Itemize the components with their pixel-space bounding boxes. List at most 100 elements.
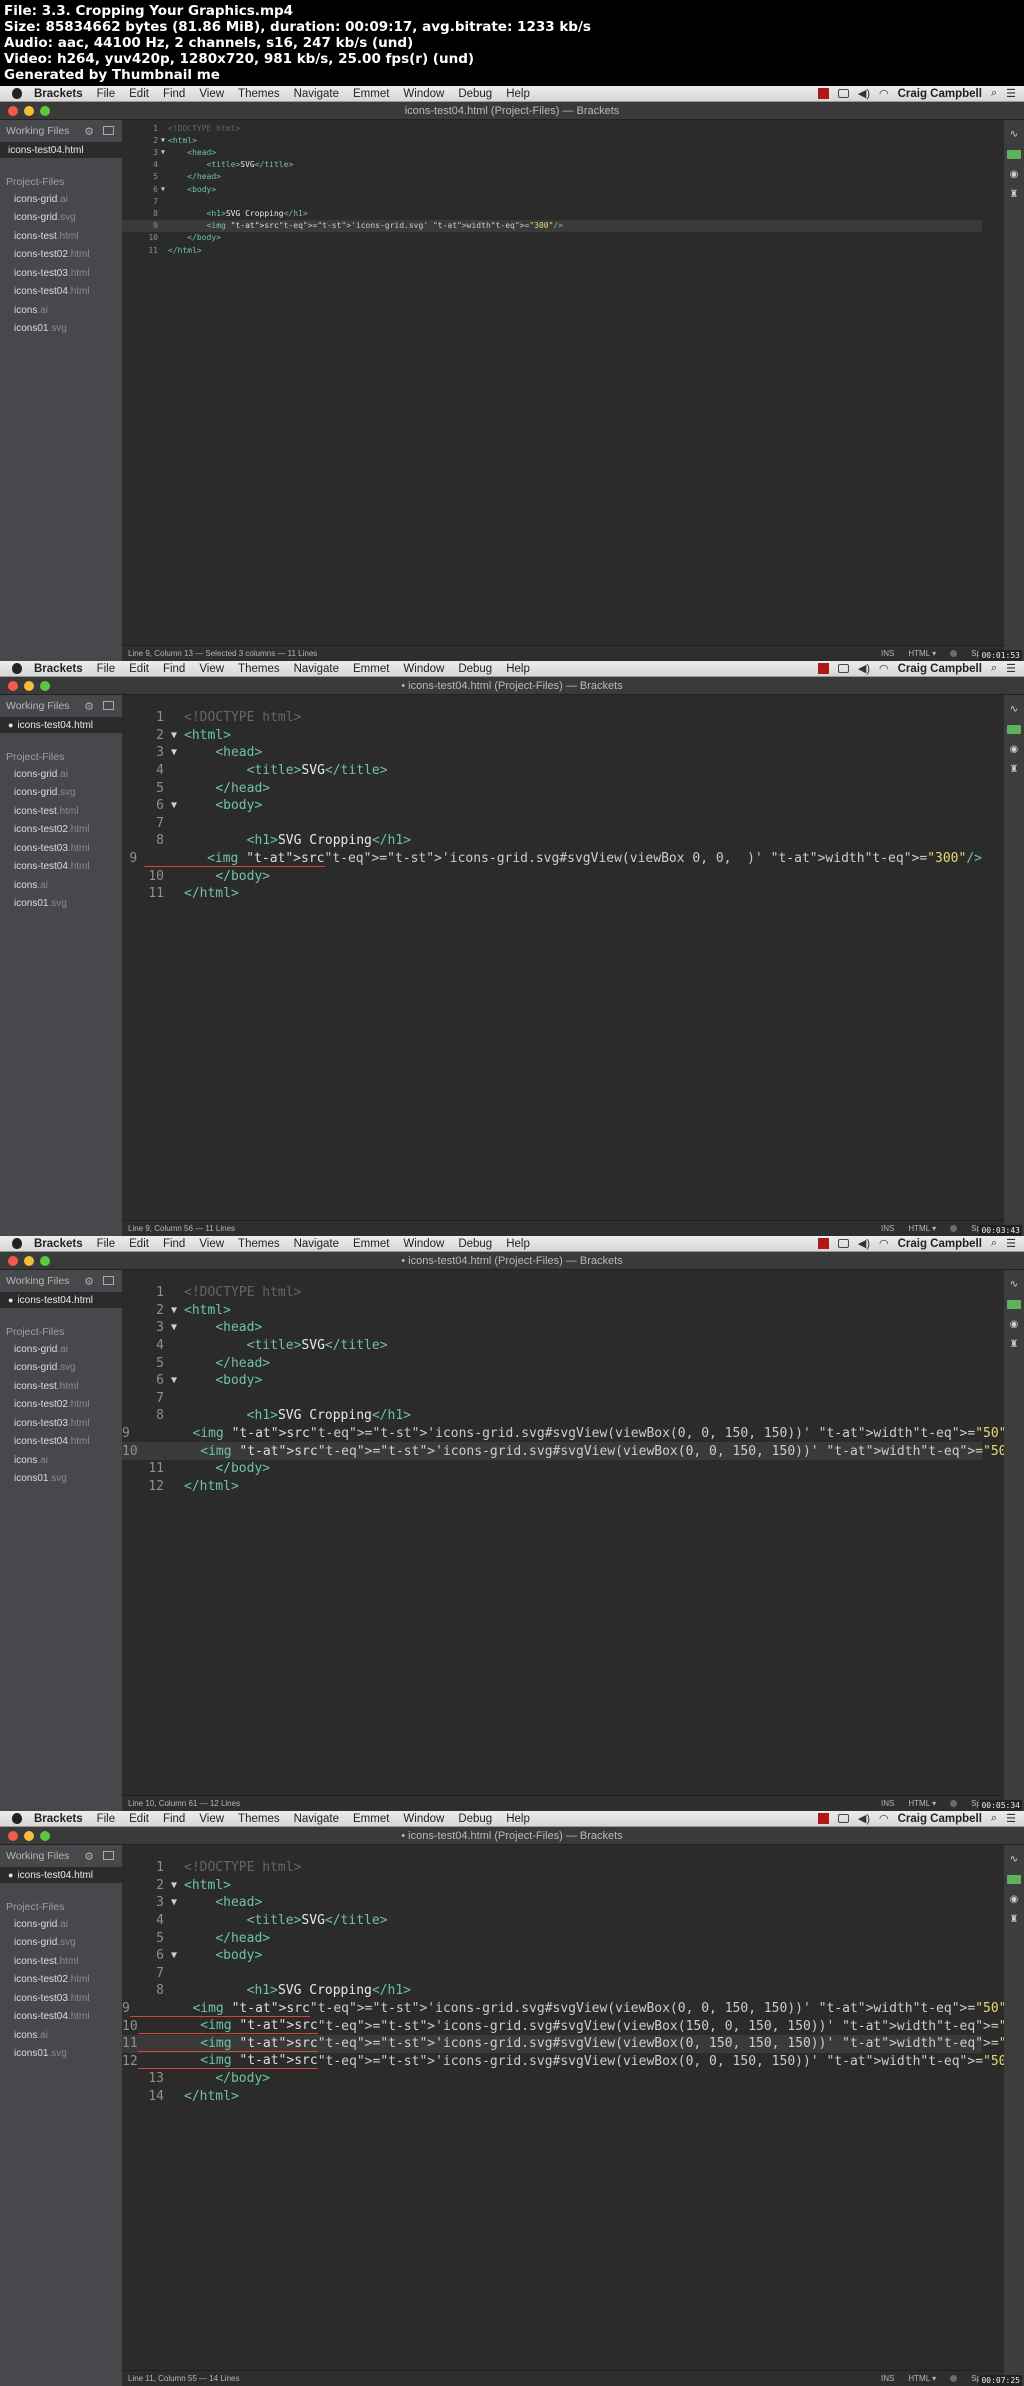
code-editor[interactable]: 1 <!DOCTYPE html> 2 ▼ <html> 3 ▼ <head> 4 <titl… — [122, 1845, 1024, 2370]
code-line[interactable]: 4 <title>SVG</title> — [122, 1337, 982, 1355]
code-line[interactable]: 1 <!DOCTYPE html> — [122, 1284, 982, 1302]
display-icon[interactable] — [837, 1239, 849, 1248]
menu-app-name[interactable]: Brackets — [34, 663, 83, 675]
language-mode-select[interactable]: HTML ▾ — [908, 2374, 936, 2383]
extension-manager-icon[interactable] — [1007, 1300, 1021, 1309]
apple-icon[interactable] — [12, 1238, 22, 1249]
project-file-item[interactable]: icons-grid .svg — [0, 1359, 122, 1378]
project-file-item[interactable]: icons-grid .ai — [0, 190, 122, 209]
notification-list-icon[interactable]: ☰ — [1006, 1812, 1016, 1825]
working-file-item[interactable]: icons-test04.html — [0, 142, 122, 158]
code-line[interactable]: 11 <img "t-at">src "t-eq" >= "t-st" >'icons-… — [122, 2035, 1024, 2053]
menu-item-file[interactable]: File — [97, 1238, 116, 1250]
spotlight-search-icon[interactable]: ⌕ — [991, 87, 997, 100]
code-line[interactable]: 1 <!DOCTYPE html> — [122, 122, 982, 134]
working-file-item[interactable]: ● icons-test04.html — [0, 1867, 122, 1883]
project-file-item[interactable]: icons-test02 .html — [0, 246, 122, 265]
fold-arrow-icon[interactable]: ▼ — [164, 1880, 184, 1891]
fold-arrow-icon[interactable]: ▼ — [164, 1375, 184, 1386]
code-line[interactable]: 11 </body> — [122, 1460, 982, 1478]
code-line[interactable]: 6 ▼ <body> — [122, 1372, 982, 1390]
volume-icon[interactable]: ◀) — [858, 87, 870, 100]
project-file-item[interactable]: icons01 .svg — [0, 895, 122, 914]
menu-item-emmet[interactable]: Emmet — [353, 88, 389, 100]
code-line[interactable]: 4 <title>SVG</title> — [122, 159, 982, 171]
code-line[interactable]: 8 <h1>SVG Cropping</h1> — [122, 207, 982, 219]
code-line[interactable]: 3 ▼ <head> — [122, 146, 982, 158]
project-file-item[interactable]: icons-test02 .html — [0, 821, 122, 840]
code-line[interactable]: 1 <!DOCTYPE html> — [122, 1859, 982, 1877]
project-file-item[interactable]: icons-grid .ai — [0, 765, 122, 784]
linter-status-icon[interactable] — [950, 650, 958, 657]
project-file-item[interactable]: icons-test03 .html — [0, 1414, 122, 1433]
code-line[interactable]: 9 <img "t-at">src "t-eq" >= "t-st" >'icons-g… — [122, 219, 982, 232]
insert-mode[interactable]: INS — [881, 649, 894, 658]
code-line[interactable]: 2 ▼ <html> — [122, 1302, 982, 1320]
menu-item-debug[interactable]: Debug — [458, 1813, 492, 1825]
fold-arrow-icon[interactable]: ▼ — [164, 1322, 184, 1333]
insert-mode[interactable]: INS — [881, 2374, 894, 2383]
fold-arrow-icon[interactable]: ▼ — [164, 1897, 184, 1908]
extension-manager-icon[interactable] — [1007, 150, 1021, 159]
code-line[interactable]: 7 — [122, 195, 982, 207]
menu-item-navigate[interactable]: Navigate — [294, 88, 339, 100]
split-view-icon[interactable] — [103, 1276, 114, 1285]
fold-arrow-icon[interactable]: ▼ — [158, 136, 168, 144]
insert-mode[interactable]: INS — [881, 1224, 894, 1233]
extension-manager-icon[interactable] — [1007, 1875, 1021, 1884]
language-mode-select[interactable]: HTML ▾ — [908, 1799, 936, 1808]
spotlight-search-icon[interactable]: ⌕ — [991, 662, 997, 675]
code-line[interactable]: 10 </body> — [122, 867, 982, 885]
menu-item-window[interactable]: Window — [403, 1813, 444, 1825]
code-line[interactable]: 12 </html> — [122, 1478, 982, 1496]
linter-status-icon[interactable] — [950, 2375, 958, 2382]
project-files-label[interactable]: Project-Files — [0, 751, 122, 765]
user-name[interactable]: Craig Campbell — [898, 663, 982, 675]
code-editor[interactable]: 1 <!DOCTYPE html> 2 ▼ <html> 3 ▼ <head> 4 <titl… — [122, 695, 1004, 1220]
code-line[interactable]: 8 <h1>SVG Cropping</h1> — [122, 1407, 982, 1425]
project-file-item[interactable]: icons-test04 .html — [0, 1433, 122, 1452]
code-line[interactable]: 4 <title>SVG</title> — [122, 1912, 982, 1930]
notification-list-icon[interactable]: ☰ — [1006, 87, 1016, 100]
project-file-item[interactable]: icons-test .html — [0, 1377, 122, 1396]
fold-arrow-icon[interactable]: ▼ — [158, 148, 168, 156]
menu-item-debug[interactable]: Debug — [458, 663, 492, 675]
code-line[interactable]: 7 — [122, 815, 982, 833]
user-name[interactable]: Craig Campbell — [898, 88, 982, 100]
record-icon[interactable] — [817, 1238, 829, 1249]
fold-arrow-icon[interactable]: ▼ — [164, 1305, 184, 1316]
split-view-icon[interactable] — [103, 701, 114, 710]
menu-item-find[interactable]: Find — [163, 1813, 185, 1825]
split-view-icon[interactable] — [103, 126, 114, 135]
wifi-icon[interactable]: ◠ — [879, 87, 889, 100]
record-icon[interactable] — [817, 663, 829, 674]
code-line[interactable]: 10 <img "t-at">src "t-eq" >= "t-st" >'icons-… — [122, 2017, 1024, 2035]
user-name[interactable]: Craig Campbell — [898, 1813, 982, 1825]
menu-item-navigate[interactable]: Navigate — [294, 1813, 339, 1825]
project-file-item[interactable]: icons01 .svg — [0, 320, 122, 339]
menu-item-help[interactable]: Help — [506, 88, 530, 100]
code-line[interactable]: 6 ▼ <body> — [122, 797, 982, 815]
record-icon[interactable] — [817, 1813, 829, 1824]
menu-item-debug[interactable]: Debug — [458, 1238, 492, 1250]
code-editor[interactable]: 1 <!DOCTYPE html> 2 ▼ <html> 3 ▼ <head> 4 <titl… — [122, 1270, 1024, 1795]
code-line[interactable]: 12 <img "t-at">src "t-eq" >= "t-st" >'icons-… — [122, 2053, 1024, 2071]
wifi-icon[interactable]: ◠ — [879, 662, 889, 675]
project-files-label[interactable]: Project-Files — [0, 176, 122, 190]
code-line[interactable]: 6 ▼ <body> — [122, 1947, 982, 1965]
volume-icon[interactable]: ◀) — [858, 1812, 870, 1825]
apple-icon[interactable] — [12, 1813, 22, 1824]
volume-icon[interactable]: ◀) — [858, 662, 870, 675]
project-file-item[interactable]: icons .ai — [0, 2026, 122, 2045]
code-line[interactable]: 9 <img "t-at">src "t-eq" >= "t-st" >'icons-g… — [122, 850, 982, 868]
menu-item-navigate[interactable]: Navigate — [294, 1238, 339, 1250]
code-line[interactable]: 3 ▼ <head> — [122, 744, 982, 762]
code-line[interactable]: 8 <h1>SVG Cropping</h1> — [122, 1982, 982, 2000]
menu-item-emmet[interactable]: Emmet — [353, 1238, 389, 1250]
volume-icon[interactable]: ◀) — [858, 1237, 870, 1250]
menu-item-help[interactable]: Help — [506, 1813, 530, 1825]
menu-item-find[interactable]: Find — [163, 663, 185, 675]
code-line[interactable]: 2 ▼ <html> — [122, 727, 982, 745]
code-editor[interactable]: 1 <!DOCTYPE html> 2 ▼ <html> 3 ▼ <head> 4 <titl… — [122, 120, 1004, 645]
code-line[interactable]: 10 <img "t-at">src "t-eq" >= "t-st" >'icons-… — [122, 1442, 1024, 1460]
